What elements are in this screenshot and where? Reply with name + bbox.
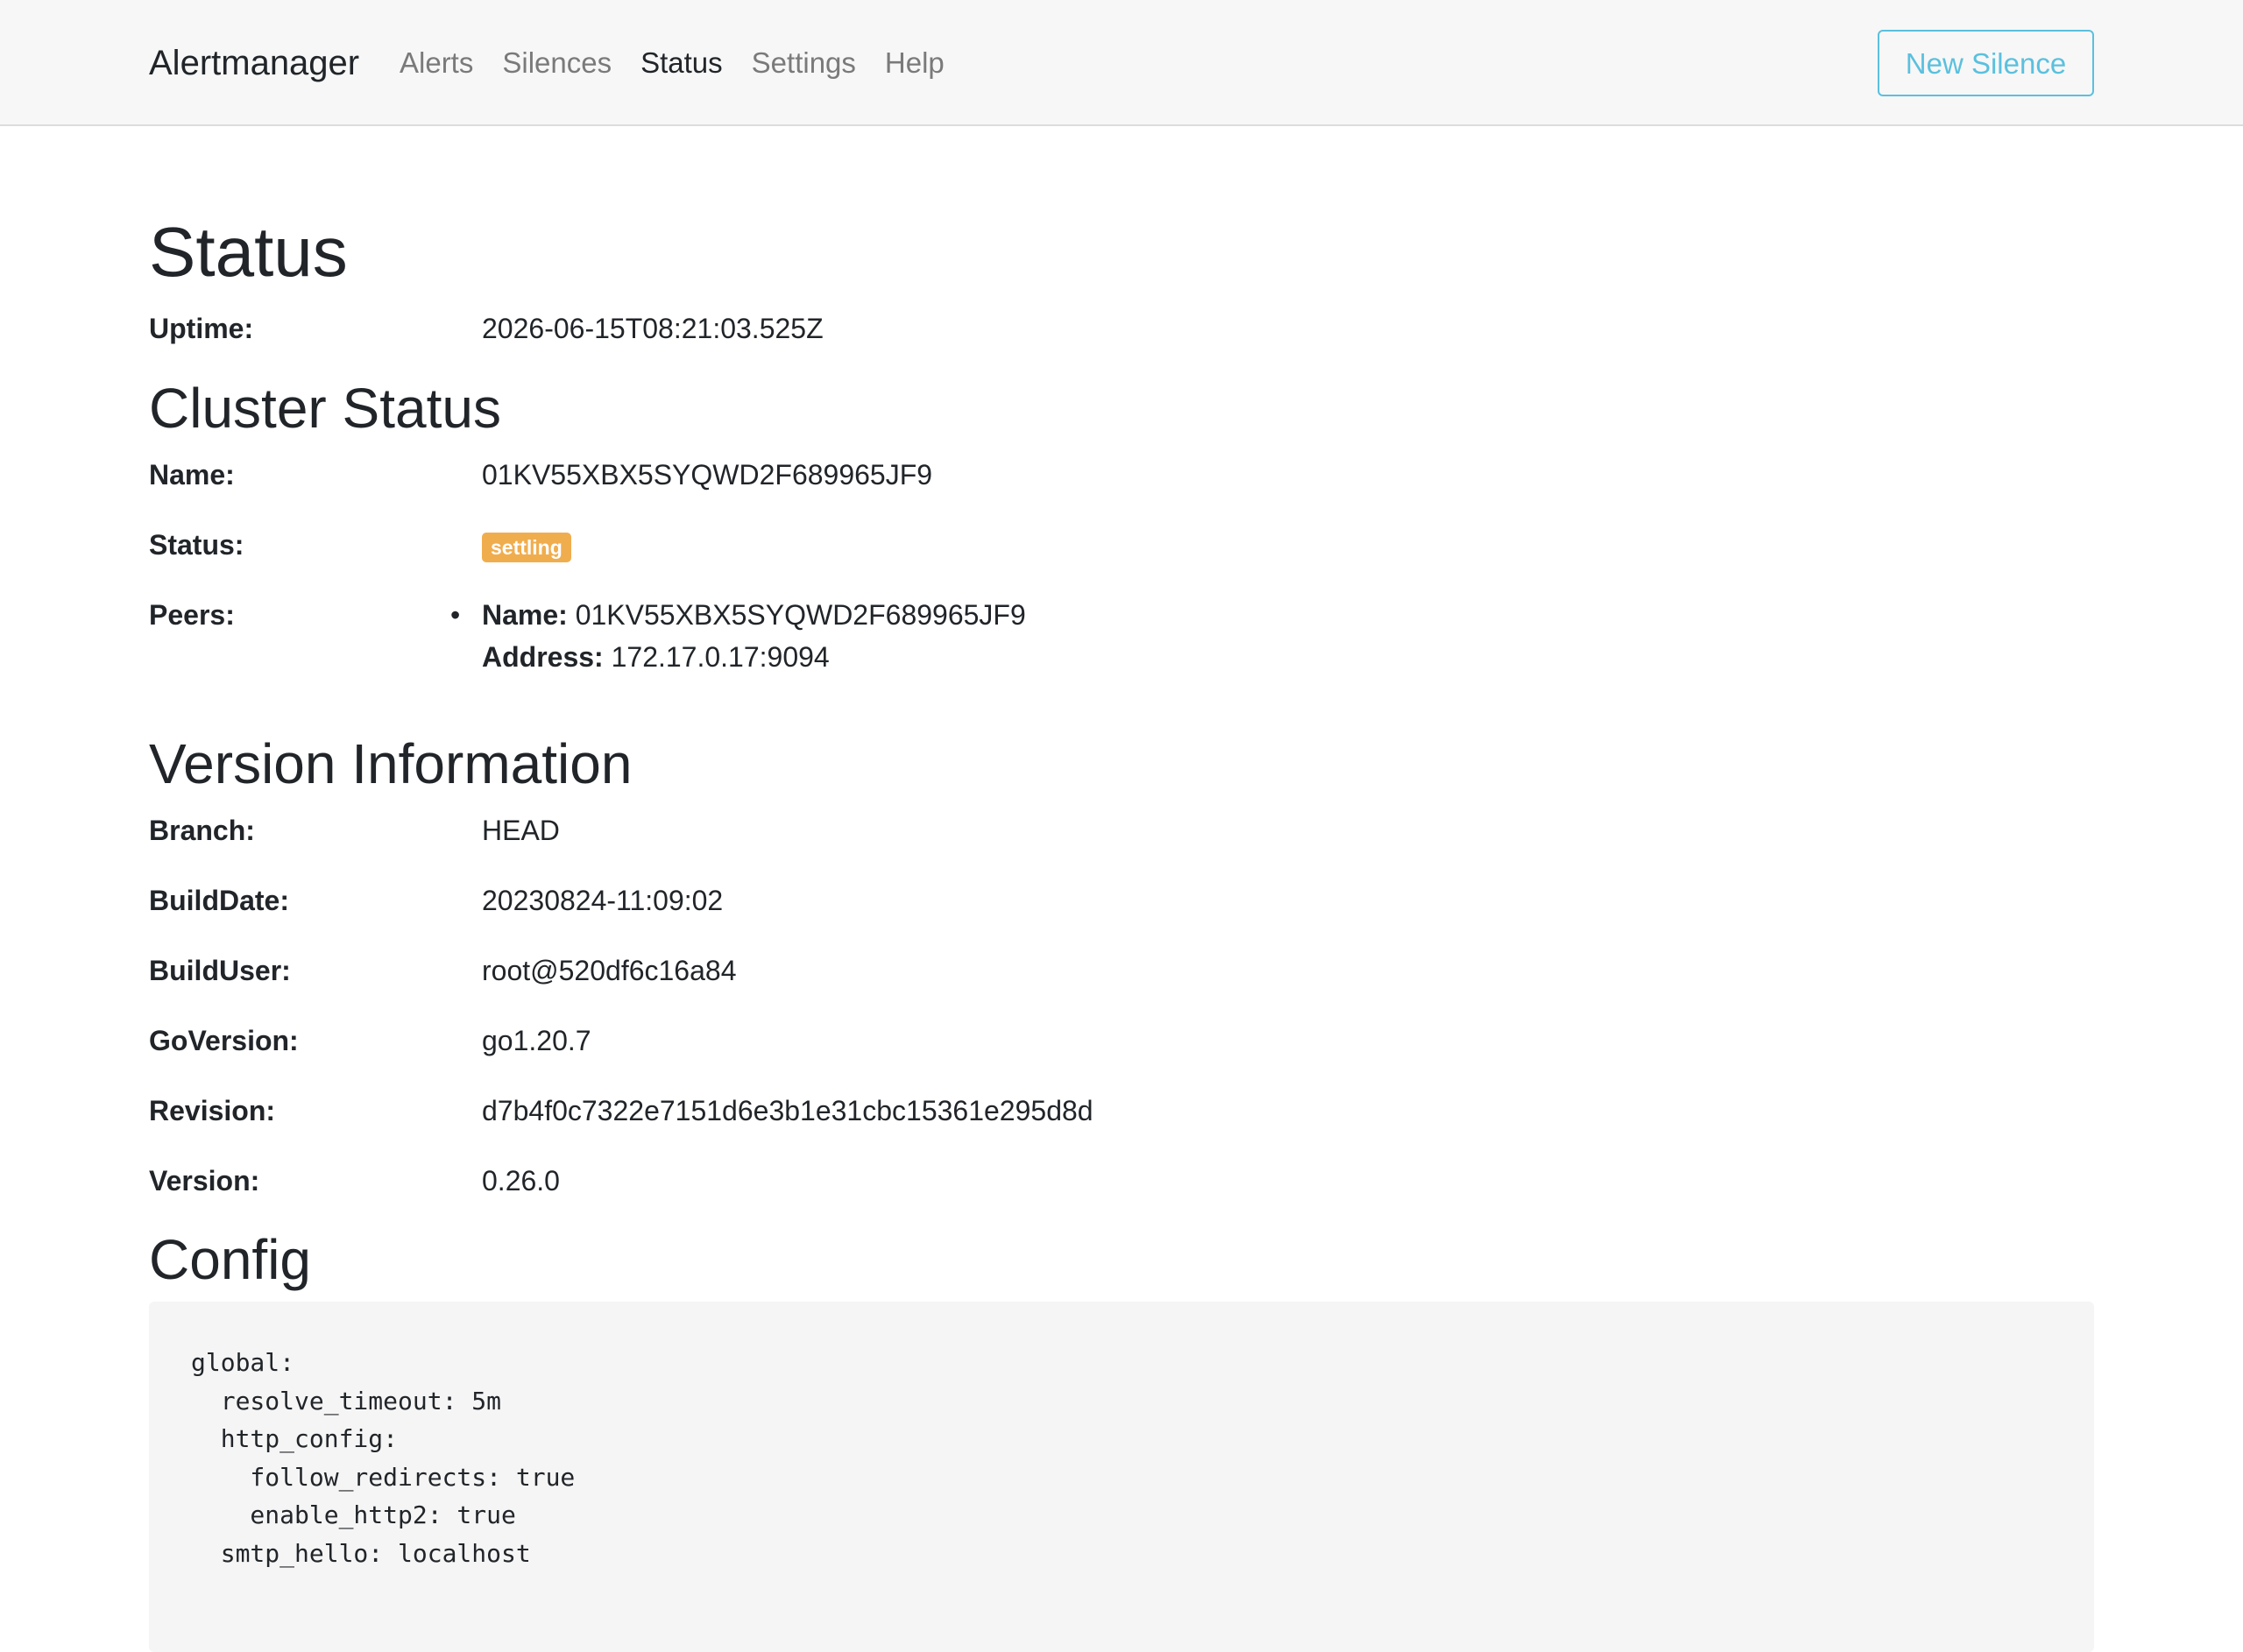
- builduser-label: BuildUser:: [149, 955, 291, 986]
- new-silence-button[interactable]: New Silence: [1878, 30, 2094, 96]
- revision-label: Revision:: [149, 1095, 276, 1126]
- peer-address-label: Address:: [482, 641, 604, 673]
- cluster-status-heading: Cluster Status: [149, 377, 501, 440]
- navbar: Alertmanager Alerts Silences Status Sett…: [0, 0, 2243, 126]
- version-info-heading: Version Information: [149, 732, 633, 795]
- version-row-revision: Revision: d7b4f0c7322e7151d6e3b1e31cbc15…: [149, 1089, 2094, 1133]
- nav-link-help[interactable]: Help: [885, 42, 945, 84]
- goversion-value: go1.20.7: [482, 1025, 591, 1056]
- cluster-name-label: Name:: [149, 459, 235, 491]
- builddate-value: 20230824-11:09:02: [482, 885, 724, 916]
- peers-label: Peers:: [149, 599, 235, 631]
- brand-link[interactable]: Alertmanager: [149, 39, 359, 88]
- goversion-label: GoVersion:: [149, 1025, 299, 1056]
- builddate-label: BuildDate:: [149, 885, 289, 916]
- branch-value: HEAD: [482, 815, 560, 846]
- version-row-version: Version: 0.26.0: [149, 1159, 2094, 1203]
- cluster-name-value: 01KV55XBX5SYQWD2F689965JF9: [482, 459, 933, 491]
- peer-address-line: Address: 172.17.0.17:9094: [482, 635, 830, 679]
- branch-label: Branch:: [149, 815, 255, 846]
- config-text: global: resolve_timeout: 5m http_config:…: [191, 1348, 576, 1568]
- revision-value: d7b4f0c7322e7151d6e3b1e31cbc15361e295d8d: [482, 1095, 1093, 1126]
- nav-links: Alerts Silences Status Settings Help: [400, 42, 973, 84]
- cluster-status-value: settling: [482, 523, 571, 567]
- peer-address-value: 172.17.0.17:9094: [611, 641, 830, 673]
- cluster-status-label: Status:: [149, 529, 244, 561]
- nav-link-alerts[interactable]: Alerts: [400, 42, 473, 84]
- version-value: 0.26.0: [482, 1165, 560, 1197]
- nav-link-silences[interactable]: Silences: [502, 42, 612, 84]
- peer-name-value: 01KV55XBX5SYQWD2F689965JF9: [575, 599, 1026, 631]
- peer-name-line: Name: 01KV55XBX5SYQWD2F689965JF9: [482, 593, 1026, 637]
- peers-row: Peers: • Name: 01KV55XBX5SYQWD2F689965JF…: [149, 593, 2094, 681]
- page-title: Status: [149, 213, 348, 291]
- version-row-branch: Branch: HEAD: [149, 808, 2094, 852]
- status-badge: settling: [482, 532, 571, 562]
- peer-name-label: Name:: [482, 599, 568, 631]
- version-row-goversion: GoVersion: go1.20.7: [149, 1019, 2094, 1063]
- version-label: Version:: [149, 1165, 260, 1197]
- cluster-status-row: Status: settling: [149, 523, 2094, 567]
- version-row-builddate: BuildDate: 20230824-11:09:02: [149, 879, 2094, 922]
- version-row-builduser: BuildUser: root@520df6c16a84: [149, 949, 2094, 992]
- builduser-value: root@520df6c16a84: [482, 955, 737, 986]
- config-code-block: global: resolve_timeout: 5m http_config:…: [149, 1302, 2094, 1652]
- peer-bullet: •: [450, 599, 461, 631]
- uptime-row: Uptime: 2026-06-15T08:21:03.525Z: [149, 307, 2094, 350]
- config-heading: Config: [149, 1228, 311, 1291]
- nav-link-status[interactable]: Status: [640, 42, 723, 84]
- uptime-value: 2026-06-15T08:21:03.525Z: [482, 313, 824, 344]
- uptime-label: Uptime:: [149, 313, 254, 344]
- cluster-name-row: Name: 01KV55XBX5SYQWD2F689965JF9: [149, 453, 2094, 497]
- nav-link-settings[interactable]: Settings: [752, 42, 856, 84]
